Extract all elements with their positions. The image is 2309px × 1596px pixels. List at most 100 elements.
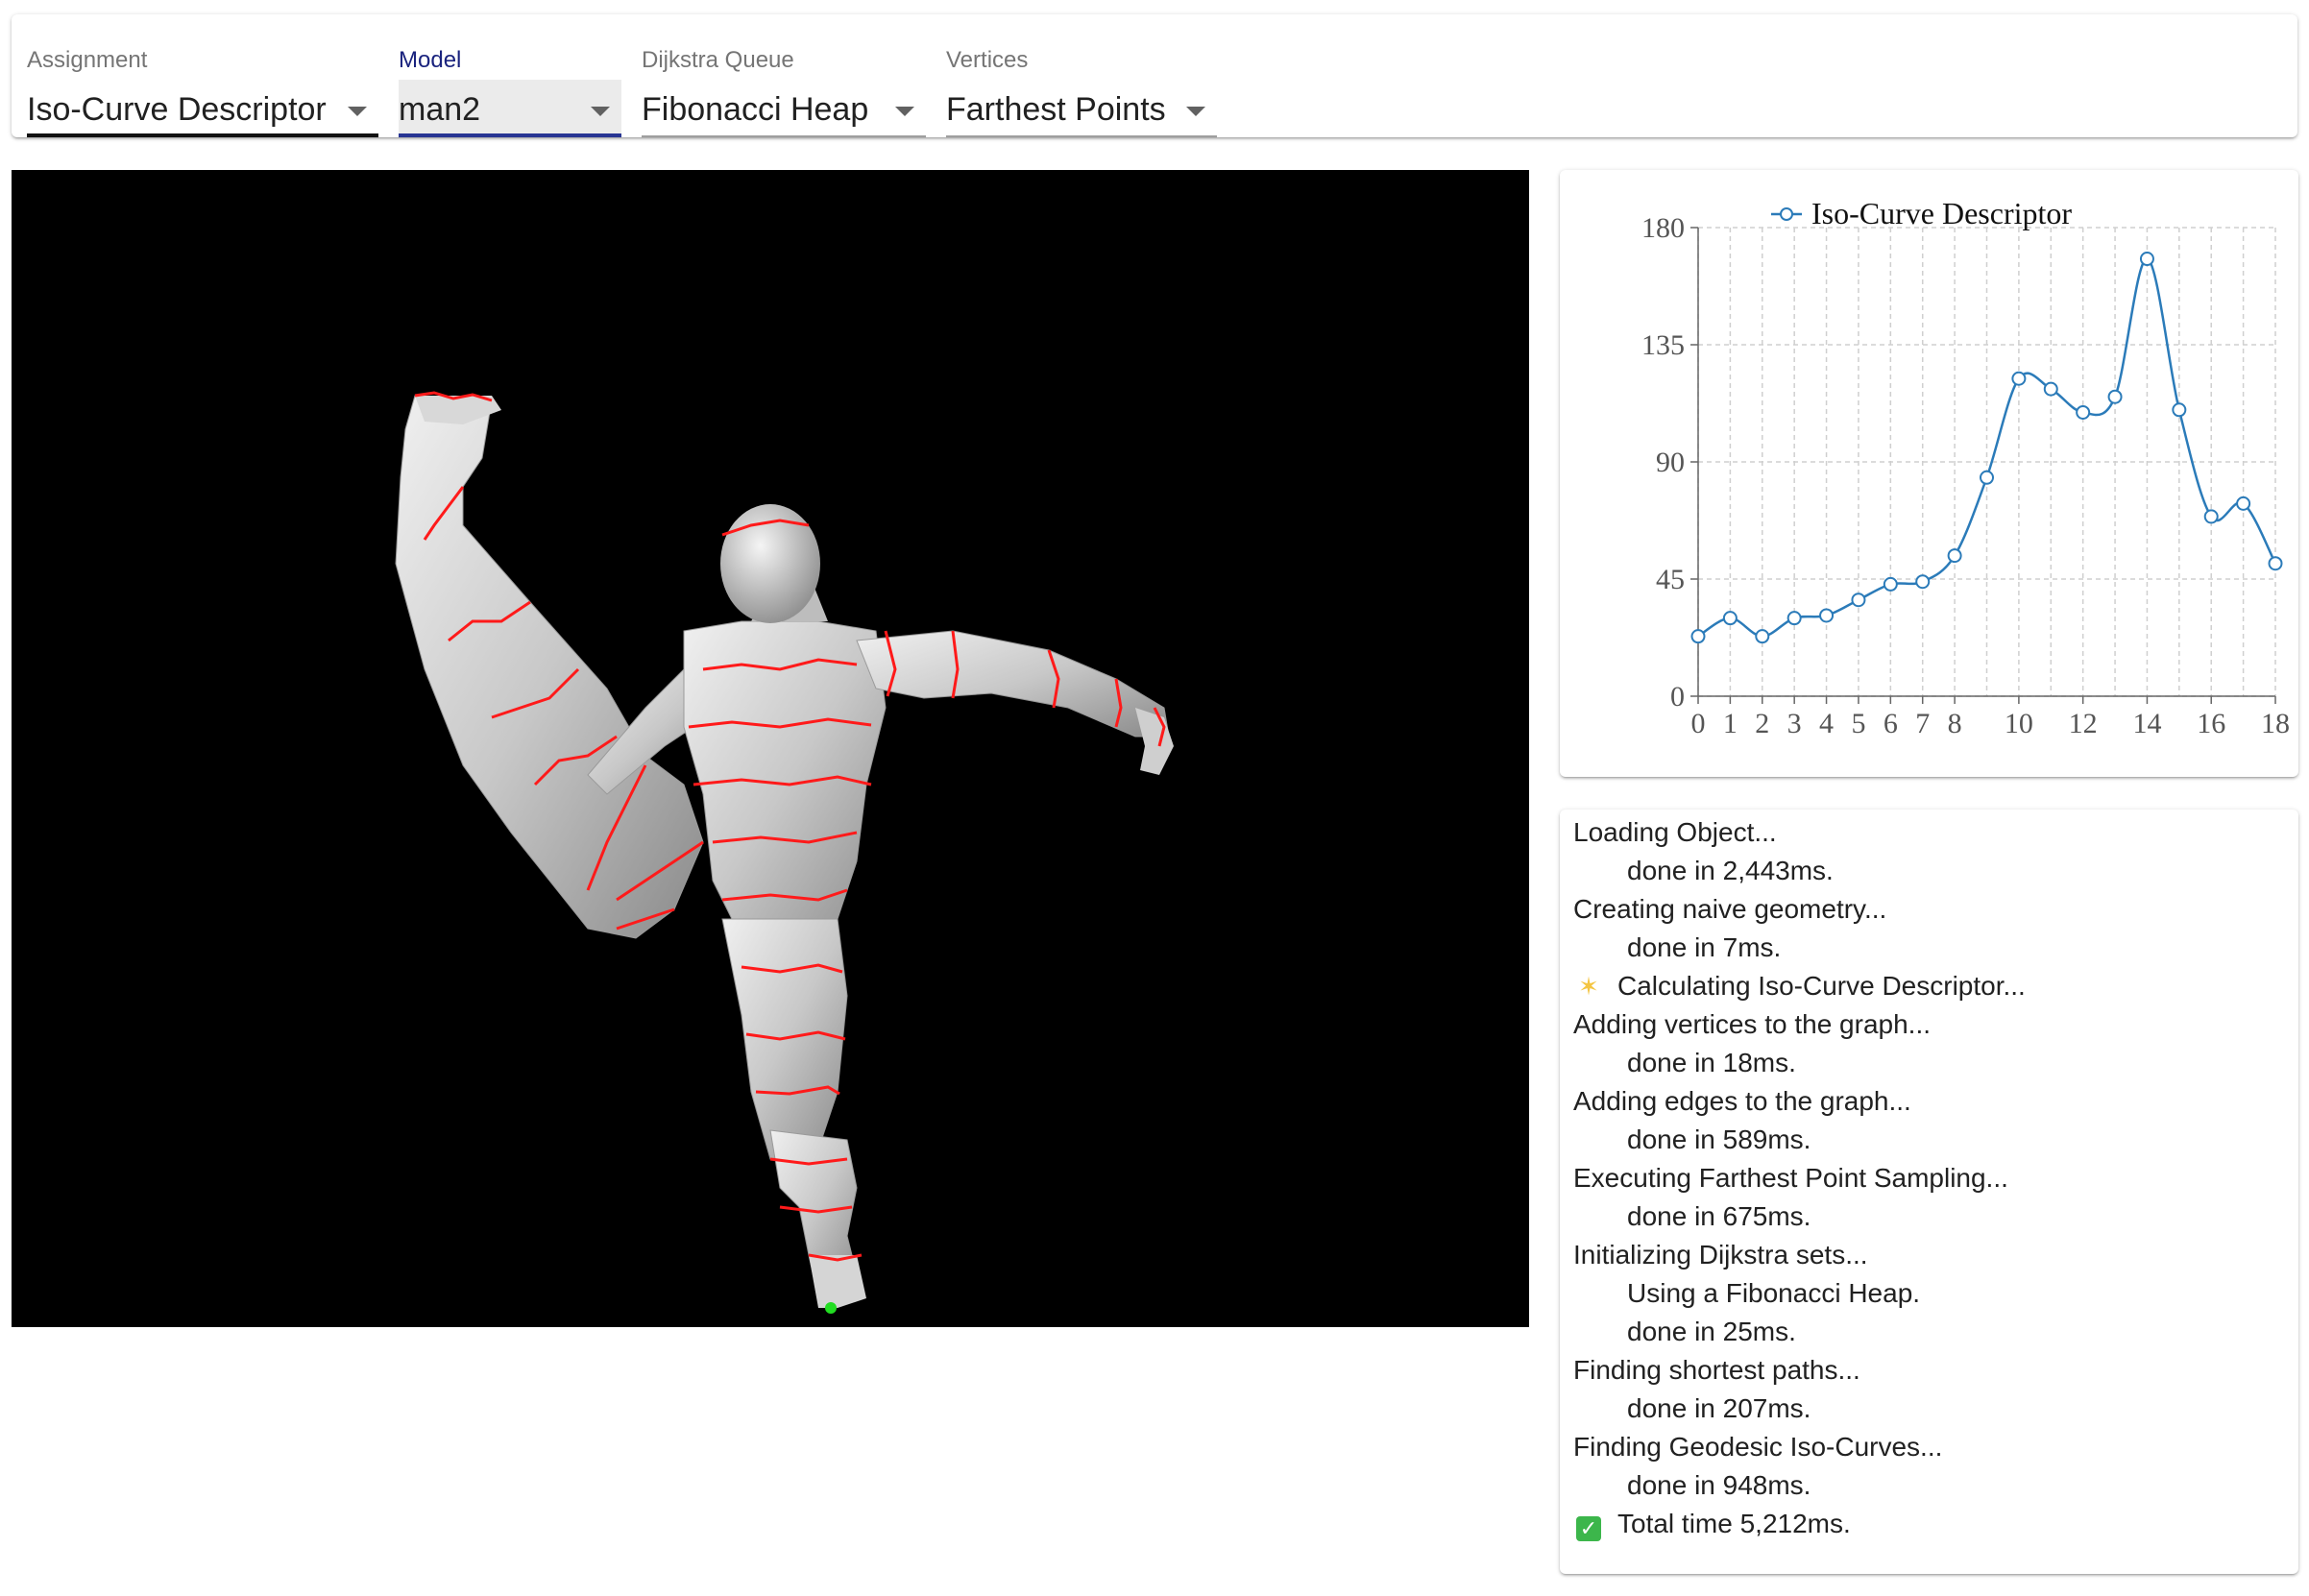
log-text: Creating naive geometry... [1573,894,1887,924]
log-text: Adding edges to the graph... [1573,1086,1911,1116]
log-line: Creating naive geometry... [1573,894,1886,925]
check-icon: ✓ [1573,1509,1604,1541]
data-point [2107,389,2123,404]
data-point [2236,496,2251,511]
log-text: Finding Geodesic Iso-Curves... [1573,1432,1943,1462]
log-text: done in 948ms. [1627,1470,1811,1500]
dijkstra-queue-label: Dijkstra Queue [642,47,794,73]
data-point [1980,470,1994,485]
y-tick-label: 180 [1641,212,1685,244]
data-point [1915,574,1931,590]
log-text: Executing Farthest Point Sampling... [1573,1163,2008,1193]
data-point [1883,576,1898,592]
vertices-select[interactable]: Vertices Farthest Points [946,32,1217,137]
x-tick-label: 1 [1723,708,1738,739]
mesh-render[interactable] [12,170,1529,1327]
log-line: done in 18ms. [1627,1048,1796,1078]
data-point [2043,381,2058,397]
log-text: done in 2,443ms. [1627,856,1834,885]
data-point [1819,608,1835,623]
data-point [2076,404,2091,420]
log-text: Loading Object... [1573,817,1777,847]
log-line: Finding shortest paths... [1573,1355,1860,1386]
vertices-label: Vertices [946,47,1029,73]
human-mesh [395,395,1174,1308]
dijkstra-queue-select-box[interactable]: Fibonacci Heap [642,80,926,137]
log-line: done in 207ms. [1627,1393,1811,1424]
vertices-select-box[interactable]: Farthest Points [946,80,1217,137]
log-panel: Loading Object... done in 2,443ms. Creatin… [1560,810,2298,1574]
y-tick-label: 135 [1641,329,1685,361]
assignment-value: Iso-Curve Descriptor [27,91,327,128]
model-value: man2 [399,91,481,128]
chevron-down-icon[interactable] [348,107,367,116]
log-line: Finding Geodesic Iso-Curves... [1573,1432,1942,1463]
x-tick-label: 12 [2069,708,2098,739]
log-text: done in 675ms. [1627,1201,1811,1231]
x-tick-label: 18 [2261,708,2290,739]
data-point [2139,252,2154,267]
x-tick-label: 4 [1819,708,1834,739]
x-tick-label: 0 [1691,708,1706,739]
log-text: Calculating Iso-Curve Descriptor... [1617,971,2026,1001]
log-text: done in 207ms. [1627,1393,1811,1423]
log-text: done in 25ms. [1627,1317,1796,1346]
log-text: Total time 5,212ms. [1617,1509,1851,1538]
log-line: done in 948ms. [1627,1470,1811,1501]
model-select-box[interactable]: man2 [399,80,621,137]
chart-card: 0 45 90 135 180 0 1 2 3 4 5 6 7 8 10 12 14 16 18 Iso-Curve … [1560,170,2298,777]
x-tick-label: 3 [1787,708,1802,739]
dijkstra-queue-value: Fibonacci Heap [642,91,869,128]
data-point [1722,611,1738,626]
assignment-select-box[interactable]: Iso-Curve Descriptor [27,80,378,137]
source-point [825,1302,837,1314]
chevron-down-icon[interactable] [895,107,914,116]
model-label: Model [399,47,462,73]
log-text: done in 7ms. [1627,932,1782,962]
log-text: done in 589ms. [1627,1124,1811,1154]
x-tick-label: 8 [1948,708,1962,739]
log-text: Initializing Dijkstra sets... [1573,1240,1868,1270]
legend-label: Iso-Curve Descriptor [1811,196,2072,230]
dijkstra-queue-select[interactable]: Dijkstra Queue Fibonacci Heap [642,32,926,137]
log-text: Adding vertices to the graph... [1573,1009,1931,1039]
iso-curve-chart: 045901351800 1 2 3 4 5 6 7 8 10 12 14 16 18Iso-Curve … [1641,196,2290,739]
log-line: Using a Fibonacci Heap. [1627,1278,1920,1309]
data-point [2011,371,2027,386]
x-tick-label: 14 [2132,708,2161,739]
toolbar: Assignment Iso-Curve Descriptor Model ma… [12,14,2297,137]
log-line: ✶ Calculating Iso-Curve Descriptor... [1573,971,2026,1002]
3d-viewport[interactable] [12,170,1529,1327]
y-tick-label: 45 [1656,564,1685,595]
chevron-down-icon[interactable] [1186,107,1205,116]
x-tick-label: 2 [1755,708,1769,739]
y-tick-label: 90 [1656,447,1685,478]
vertices-value: Farthest Points [946,91,1166,128]
data-point [1755,629,1770,644]
log-line: done in 25ms. [1627,1317,1796,1347]
data-point [2172,402,2187,418]
chevron-down-icon[interactable] [591,107,610,116]
log-line: done in 589ms. [1627,1124,1811,1155]
log-line: done in 7ms. [1627,932,1781,963]
data-point [2268,556,2283,571]
log-line: done in 2,443ms. [1627,856,1834,886]
log-line: Executing Farthest Point Sampling... [1573,1163,2008,1194]
legend-marker [1780,207,1793,221]
assignment-select[interactable]: Assignment Iso-Curve Descriptor [27,32,378,137]
y-tick-label: 0 [1670,681,1685,713]
log-line: Initializing Dijkstra sets... [1573,1240,1868,1270]
log-line: Adding edges to the graph... [1573,1086,1911,1117]
log-line: done in 675ms. [1627,1201,1811,1232]
model-select[interactable]: Model man2 [399,32,621,137]
log-text: Using a Fibonacci Heap. [1627,1278,1921,1308]
data-point [2203,509,2219,524]
x-tick-label: 6 [1884,708,1898,739]
x-tick-label: 16 [2197,708,2225,739]
data-point [1851,592,1866,608]
data-point [1690,629,1706,644]
assignment-label: Assignment [27,47,148,73]
sparkle-icon: ✶ [1578,972,1599,1001]
data-point [1786,611,1802,626]
log-line: ✓ Total time 5,212ms. [1573,1509,1851,1541]
